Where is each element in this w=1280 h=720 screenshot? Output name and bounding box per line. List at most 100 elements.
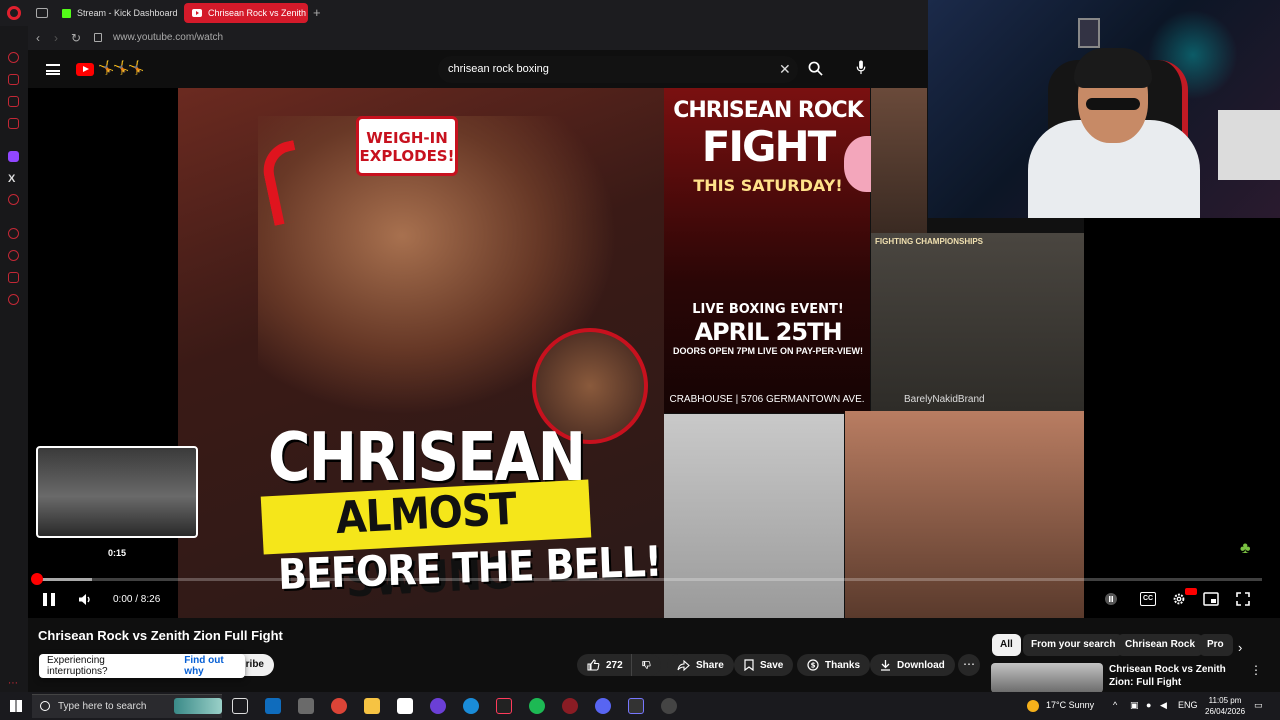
find-out-why-link[interactable]: Find out why xyxy=(184,655,245,677)
seek-preview-thumbnail xyxy=(36,446,198,538)
tiktok-icon[interactable] xyxy=(496,698,512,714)
bookmark-icon xyxy=(744,659,754,671)
save-button[interactable]: Save xyxy=(734,654,794,676)
app-2-icon[interactable] xyxy=(661,698,677,714)
svg-text:$: $ xyxy=(811,662,816,670)
discord-icon[interactable] xyxy=(595,698,611,714)
opera-sidebar: X ⋯ xyxy=(0,26,28,692)
spotify-icon[interactable] xyxy=(529,698,545,714)
sidebar-news-icon[interactable] xyxy=(8,118,19,129)
sidebar-music-icon[interactable] xyxy=(8,194,19,205)
photo-header-text: FIGHTING CHAMPIONSHIPS xyxy=(875,237,984,246)
training-photo-left xyxy=(664,414,844,618)
pause-pill-icon[interactable] xyxy=(1103,592,1119,606)
training-photo-right xyxy=(845,411,1084,618)
chip-from-your-search[interactable]: From your search xyxy=(1023,634,1124,656)
taskbar-clock[interactable]: 11:05 pm 26/04/2026 xyxy=(1205,695,1245,717)
chrome-icon[interactable] xyxy=(331,698,347,714)
address-bar: ‹ › ↻ www.youtube.com/watch xyxy=(28,26,928,50)
reload-icon[interactable]: ↻ xyxy=(71,31,81,45)
chips-next-arrow-icon[interactable]: › xyxy=(1238,640,1242,655)
speaker-tray-icon[interactable]: ◀ xyxy=(1160,700,1167,711)
tray-chevron-icon[interactable]: ^ xyxy=(1113,700,1117,710)
task-view-icon[interactable] xyxy=(232,698,248,714)
recommendation-thumbnail[interactable] xyxy=(991,663,1103,693)
file-explorer-icon[interactable] xyxy=(364,698,380,714)
language-indicator[interactable]: ENG xyxy=(1178,700,1198,710)
miniplayer-icon[interactable] xyxy=(1203,592,1219,606)
search-input[interactable]: chrisean rock boxing xyxy=(448,63,549,75)
app-icon[interactable] xyxy=(628,698,644,714)
weigh-in-badge: WEIGH-IN EXPLODES! xyxy=(356,116,458,176)
tab-kick-dashboard[interactable]: Stream - Kick Dashboard xyxy=(54,3,180,23)
clear-search-icon[interactable]: ✕ xyxy=(779,61,791,78)
taskbar-search-icon xyxy=(40,701,50,711)
url-field[interactable]: www.youtube.com/watch xyxy=(113,32,223,43)
sidebar-twitch-icon[interactable] xyxy=(8,151,19,162)
volume-icon[interactable] xyxy=(78,593,92,606)
crowd-photo xyxy=(871,88,927,233)
microphone-icon[interactable] xyxy=(856,60,866,75)
tab-switcher-icon[interactable] xyxy=(36,8,48,18)
obs-icon[interactable] xyxy=(430,698,446,714)
search-box[interactable]: chrisean rock boxing ✕ xyxy=(438,56,798,83)
sidebar-more-icon[interactable]: ⋯ xyxy=(8,678,18,689)
sidebar-settings-icon[interactable] xyxy=(8,294,19,305)
closed-captions-icon[interactable]: CC xyxy=(1140,592,1156,606)
sidebar-x-icon[interactable]: X xyxy=(8,173,15,185)
windows-start-icon[interactable] xyxy=(10,700,22,712)
share-button[interactable]: Share xyxy=(667,654,734,676)
chip-all[interactable]: All xyxy=(992,634,1021,656)
edge-icon[interactable] xyxy=(463,698,479,714)
clock-time: 11:05 pm xyxy=(1208,696,1242,705)
sidebar-clock-icon[interactable] xyxy=(8,250,19,261)
time-display: 0:00 / 8:26 xyxy=(113,594,161,605)
chip-chrisean-rock[interactable]: Chrisean Rock xyxy=(1117,634,1204,656)
hamburger-menu-icon[interactable] xyxy=(46,64,60,75)
share-label: Share xyxy=(696,659,724,671)
weather-sun-icon xyxy=(1027,700,1039,712)
recommendation-more-icon[interactable]: ⋮ xyxy=(1250,663,1262,677)
more-actions-icon[interactable]: ⋯ xyxy=(958,654,980,676)
youtube-logo-icon[interactable] xyxy=(76,63,94,76)
filter-chips: All From your search Chrisean Rock Pro xyxy=(992,634,1242,656)
forward-arrow-icon[interactable]: › xyxy=(54,31,58,45)
poster-line-3: THIS SATURDAY! xyxy=(693,176,843,195)
weather-text[interactable]: 17°C Sunny xyxy=(1046,700,1094,710)
hd-badge xyxy=(1185,588,1197,595)
pause-icon[interactable] xyxy=(43,593,55,606)
back-arrow-icon[interactable]: ‹ xyxy=(36,31,40,45)
fullscreen-icon[interactable] xyxy=(1235,592,1251,606)
thanks-button[interactable]: $ Thanks xyxy=(797,654,871,676)
microphone-tray-icon[interactable]: ● xyxy=(1146,700,1151,710)
opera-logo-icon[interactable] xyxy=(7,6,21,20)
notifications-icon[interactable]: ▭ xyxy=(1254,700,1263,711)
cam-wall-frame xyxy=(1078,18,1100,48)
sidebar-bag-icon[interactable] xyxy=(8,74,19,85)
progress-scrubber-handle[interactable] xyxy=(31,573,43,585)
outlook-icon[interactable] xyxy=(265,698,281,714)
new-tab-plus-icon[interactable]: + xyxy=(313,5,321,20)
tab-label: Stream - Kick Dashboard xyxy=(77,8,178,18)
dislike-button[interactable] xyxy=(631,654,661,676)
youtube-doodle-icon[interactable]: 🤸🤸🤸 xyxy=(98,60,145,76)
sidebar-history-icon[interactable] xyxy=(8,228,19,239)
like-button[interactable]: 272 xyxy=(577,654,677,676)
capcut-icon[interactable] xyxy=(397,698,413,714)
recommendation-title[interactable]: Chrisean Rock vs Zenith Zion: Full Fight xyxy=(1109,663,1245,689)
sidebar-aria-icon[interactable] xyxy=(8,52,19,63)
sidebar-messenger-icon[interactable] xyxy=(8,96,19,107)
opera-taskbar-icon[interactable] xyxy=(562,698,578,714)
tray-app-icon[interactable]: ▣ xyxy=(1130,700,1139,711)
download-button[interactable]: Download xyxy=(870,654,955,676)
cam-shelf xyxy=(1218,110,1280,180)
youtube-favicon-icon xyxy=(192,9,202,17)
search-icon[interactable] xyxy=(808,61,823,76)
seek-preview-time: 0:15 xyxy=(108,548,127,558)
lock-icon xyxy=(94,33,102,42)
notepad-icon[interactable] xyxy=(298,698,314,714)
tab-youtube-video[interactable]: Chrisean Rock vs Zenith xyxy=(184,3,308,23)
chip-pro[interactable]: Pro xyxy=(1199,634,1233,656)
progress-bar[interactable] xyxy=(36,578,1262,581)
sidebar-cube-icon[interactable] xyxy=(8,272,19,283)
